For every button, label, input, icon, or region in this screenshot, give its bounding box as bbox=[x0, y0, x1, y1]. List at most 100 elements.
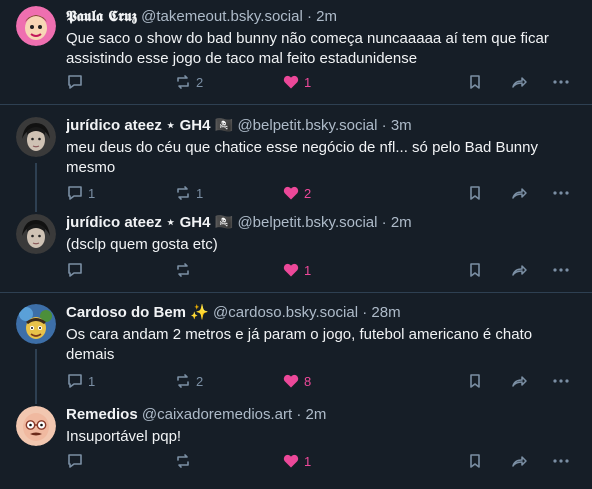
heart-icon bbox=[283, 374, 299, 388]
post[interactable]: Cardoso do Bem ✨ @cardoso.bsky.social · … bbox=[0, 292, 592, 397]
thread-line bbox=[35, 204, 37, 212]
more-icon bbox=[553, 191, 569, 195]
bookmark-button[interactable] bbox=[466, 261, 510, 279]
post-text: Os cara andam 2 metros e já param o jogo… bbox=[66, 326, 533, 363]
separator: · bbox=[381, 214, 387, 231]
heart-icon bbox=[283, 186, 299, 200]
author-name[interactable]: Remedios bbox=[66, 406, 138, 423]
share-button[interactable] bbox=[510, 452, 552, 470]
reply-icon bbox=[68, 374, 82, 388]
share-icon bbox=[512, 376, 527, 387]
like-button[interactable]: 8 bbox=[282, 372, 390, 390]
like-button[interactable]: 1 bbox=[282, 73, 390, 91]
more-options-button[interactable] bbox=[552, 452, 578, 470]
author-handle[interactable]: @caixadoremedios.art bbox=[142, 406, 292, 423]
more-options-button[interactable] bbox=[552, 372, 578, 390]
like-button[interactable]: 1 bbox=[282, 261, 390, 279]
reply-button[interactable] bbox=[66, 261, 174, 279]
repost-button[interactable]: 2 bbox=[174, 73, 282, 91]
share-icon bbox=[512, 456, 527, 467]
more-options-button[interactable] bbox=[552, 184, 578, 202]
post-time[interactable]: 2m bbox=[316, 8, 337, 25]
avatar[interactable] bbox=[16, 214, 56, 254]
more-icon bbox=[553, 459, 569, 463]
author-handle[interactable]: @cardoso.bsky.social bbox=[213, 304, 358, 321]
post[interactable]: jurídico ateez ⋆ GH4 🏴‍☠️ @belpetit.bsky… bbox=[0, 204, 592, 292]
cartoon-character-avatar-icon bbox=[16, 304, 56, 344]
author-handle[interactable]: @belpetit.bsky.social bbox=[237, 214, 377, 231]
reply-count: 1 bbox=[88, 373, 96, 389]
post-header: 𝕻𝖆𝖚𝖑𝖆 𝕮𝖗𝖚𝖟 @takemeout.bsky.social · 2m bbox=[66, 0, 578, 27]
bald-glasses-avatar-icon bbox=[16, 406, 56, 446]
post-time[interactable]: 2m bbox=[306, 406, 327, 423]
avatar[interactable] bbox=[16, 6, 56, 46]
post-text: Insuportável pqp! bbox=[66, 428, 182, 445]
reply-button[interactable] bbox=[66, 73, 174, 91]
like-count: 2 bbox=[304, 185, 312, 201]
reply-button[interactable]: 1 bbox=[66, 372, 174, 390]
separator: · bbox=[362, 304, 368, 321]
reply-icon bbox=[68, 454, 82, 468]
share-button[interactable] bbox=[510, 184, 552, 202]
share-button[interactable] bbox=[510, 73, 552, 91]
dark-photo-avatar-icon bbox=[16, 117, 56, 157]
dark-photo-avatar-icon bbox=[16, 214, 56, 254]
like-count: 1 bbox=[304, 74, 312, 90]
pink-cartoon-avatar-icon bbox=[16, 6, 56, 46]
post-actions: 1 bbox=[66, 451, 578, 471]
share-button[interactable] bbox=[510, 261, 552, 279]
more-options-button[interactable] bbox=[552, 261, 578, 279]
bookmark-button[interactable] bbox=[466, 184, 510, 202]
share-button[interactable] bbox=[510, 372, 552, 390]
post-time[interactable]: 28m bbox=[371, 304, 400, 321]
repost-button[interactable]: 1 bbox=[174, 184, 282, 202]
more-icon bbox=[553, 268, 569, 272]
like-count: 8 bbox=[304, 373, 312, 389]
reply-button[interactable]: 1 bbox=[66, 184, 174, 202]
reply-icon bbox=[68, 186, 82, 200]
bookmark-icon bbox=[470, 374, 480, 388]
post[interactable]: jurídico ateez ⋆ GH4 🏴‍☠️ @belpetit.bsky… bbox=[0, 104, 592, 205]
author-name[interactable]: Cardoso do Bem ✨ bbox=[66, 304, 209, 321]
reply-icon bbox=[68, 75, 82, 89]
post-text: (dsclp quem gosta etc) bbox=[66, 236, 218, 253]
more-options-button[interactable] bbox=[552, 73, 578, 91]
thread-line bbox=[35, 163, 37, 205]
repost-icon bbox=[177, 75, 189, 89]
repost-button[interactable]: 2 bbox=[174, 372, 282, 390]
bookmark-button[interactable] bbox=[466, 452, 510, 470]
avatar[interactable] bbox=[16, 304, 56, 344]
post-actions: 2 1 bbox=[66, 72, 578, 92]
bookmark-icon bbox=[470, 454, 480, 468]
author-name[interactable]: jurídico ateez ⋆ GH4 🏴‍☠️ bbox=[66, 117, 233, 134]
thread-line bbox=[35, 349, 37, 397]
post[interactable]: 𝕻𝖆𝖚𝖑𝖆 𝕮𝖗𝖚𝖟 @takemeout.bsky.social · 2m Q… bbox=[0, 0, 592, 103]
like-button[interactable]: 1 bbox=[282, 452, 390, 470]
post-time[interactable]: 2m bbox=[391, 214, 412, 231]
repost-button[interactable] bbox=[174, 452, 282, 470]
avatar[interactable] bbox=[16, 406, 56, 446]
post[interactable]: Remedios @caixadoremedios.art · 2m Insup… bbox=[0, 396, 592, 489]
post-header: jurídico ateez ⋆ GH4 🏴‍☠️ @belpetit.bsky… bbox=[66, 204, 578, 233]
author-handle[interactable]: @takemeout.bsky.social bbox=[141, 8, 303, 25]
repost-icon bbox=[177, 186, 189, 200]
avatar[interactable] bbox=[16, 117, 56, 157]
share-icon bbox=[512, 265, 527, 276]
post-header: jurídico ateez ⋆ GH4 🏴‍☠️ @belpetit.bsky… bbox=[66, 105, 578, 136]
author-name[interactable]: jurídico ateez ⋆ GH4 🏴‍☠️ bbox=[66, 214, 233, 231]
more-icon bbox=[553, 80, 569, 84]
post-time[interactable]: 3m bbox=[391, 117, 412, 134]
like-button[interactable]: 2 bbox=[282, 184, 390, 202]
bookmark-icon bbox=[470, 75, 480, 89]
post-text: Que saco o show do bad bunny não começa … bbox=[66, 30, 549, 67]
bookmark-button[interactable] bbox=[466, 73, 510, 91]
heart-icon bbox=[283, 75, 299, 89]
bookmark-button[interactable] bbox=[466, 372, 510, 390]
author-handle[interactable]: @belpetit.bsky.social bbox=[237, 117, 377, 134]
separator: · bbox=[306, 8, 312, 25]
reply-button[interactable] bbox=[66, 452, 174, 470]
reply-count: 1 bbox=[88, 185, 96, 201]
author-name[interactable]: 𝕻𝖆𝖚𝖑𝖆 𝕮𝖗𝖚𝖟 bbox=[66, 7, 137, 25]
thread-line bbox=[35, 396, 37, 404]
repost-button[interactable] bbox=[174, 261, 282, 279]
